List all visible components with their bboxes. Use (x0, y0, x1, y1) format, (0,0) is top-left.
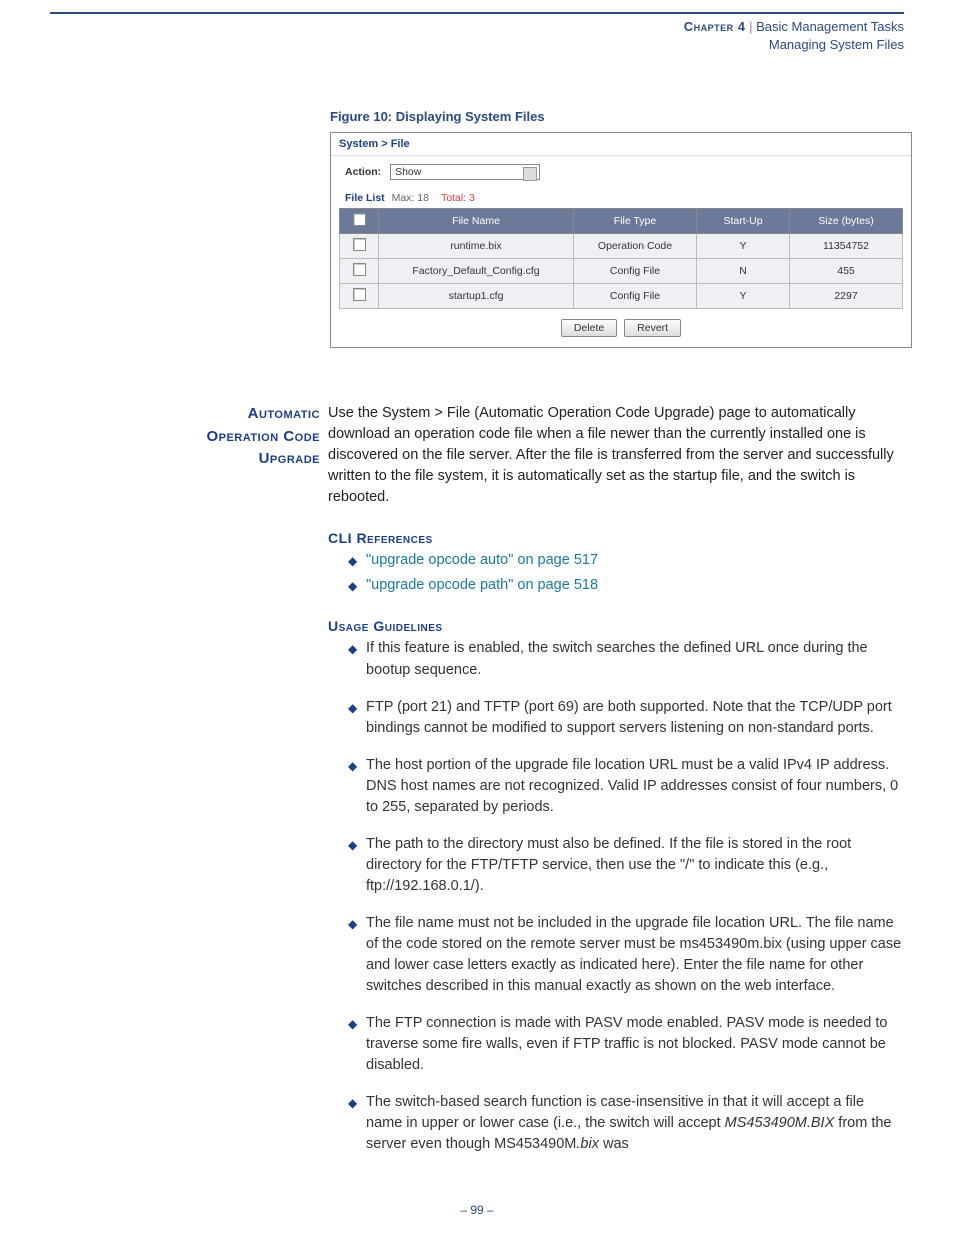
section-sidehead: Automatic Operation Code Upgrade (50, 403, 328, 508)
action-row: Action: Show (331, 156, 911, 192)
cell-filetype: Config File (574, 284, 697, 309)
usage-item: The path to the directory must also be d… (348, 834, 904, 897)
page-number: – 99 – (0, 1203, 954, 1217)
running-header: Chapter 4 | Basic Management Tasks Manag… (50, 18, 904, 54)
filelist-meta: File List Max: 18 Total: 3 (331, 192, 911, 208)
header-sep: | (746, 19, 757, 34)
action-label: Action: (345, 166, 381, 178)
cell-filetype: Config File (574, 259, 697, 284)
usage-item: FTP (port 21) and TFTP (port 69) are bot… (348, 697, 904, 739)
filelist-label: File List (345, 192, 385, 204)
header-rule (50, 12, 904, 14)
table-row: Factory_Default_Config.cfg Config File N… (340, 259, 903, 284)
breadcrumb-system: System (339, 138, 378, 150)
action-select[interactable]: Show (390, 164, 540, 180)
header-subtitle: Managing System Files (769, 37, 904, 52)
cli-ref-link[interactable]: "upgrade opcode auto" on page 517 (348, 550, 904, 571)
cli-list: "upgrade opcode auto" on page 517 "upgra… (328, 550, 904, 596)
row-checkbox[interactable] (353, 238, 366, 251)
section-intro: Use the System > File (Automatic Operati… (328, 403, 904, 508)
usage-item: If this feature is enabled, the switch s… (348, 638, 904, 680)
table-row: runtime.bix Operation Code Y 11354752 (340, 234, 903, 259)
usage-item: The host portion of the upgrade file loc… (348, 755, 904, 818)
checkbox-all[interactable] (353, 213, 366, 226)
table-row: startup1.cfg Config File Y 2297 (340, 284, 903, 309)
usage-item: The file name must not be included in th… (348, 913, 904, 997)
button-row: Delete Revert (331, 319, 911, 347)
cell-startup: Y (697, 234, 790, 259)
breadcrumb: System > File (331, 133, 911, 156)
col-check[interactable] (340, 209, 379, 234)
header-title: Basic Management Tasks (756, 19, 904, 34)
col-filename: File Name (379, 209, 574, 234)
usage-item: The switch-based search function is case… (348, 1092, 904, 1155)
cell-filetype: Operation Code (574, 234, 697, 259)
cell-startup: Y (697, 284, 790, 309)
cell-size: 2297 (790, 284, 903, 309)
cell-size: 11354752 (790, 234, 903, 259)
cell-filename: Factory_Default_Config.cfg (379, 259, 574, 284)
breadcrumb-file: File (391, 138, 410, 150)
cli-heading: CLI References (328, 530, 904, 546)
usage-heading: Usage Guidelines (328, 618, 904, 634)
filelist-max: Max: 18 (389, 192, 429, 204)
usage-item: The FTP connection is made with PASV mod… (348, 1013, 904, 1076)
screenshot-panel: System > File Action: Show File List Max… (330, 132, 912, 348)
cell-startup: N (697, 259, 790, 284)
col-size: Size (bytes) (790, 209, 903, 234)
cell-filename: startup1.cfg (379, 284, 574, 309)
row-checkbox[interactable] (353, 288, 366, 301)
cli-ref-link[interactable]: "upgrade opcode path" on page 518 (348, 575, 904, 596)
file-table: File Name File Type Start-Up Size (bytes… (339, 208, 903, 309)
chapter-label: Chapter 4 (684, 19, 746, 34)
col-startup: Start-Up (697, 209, 790, 234)
row-checkbox[interactable] (353, 263, 366, 276)
cell-filename: runtime.bix (379, 234, 574, 259)
figure-caption: Figure 10: Displaying System Files (330, 109, 904, 124)
cell-size: 455 (790, 259, 903, 284)
delete-button[interactable]: Delete (561, 319, 617, 337)
filelist-total: Total: 3 (441, 192, 475, 204)
revert-button[interactable]: Revert (624, 319, 681, 337)
usage-list: If this feature is enabled, the switch s… (328, 638, 904, 1154)
col-filetype: File Type (574, 209, 697, 234)
